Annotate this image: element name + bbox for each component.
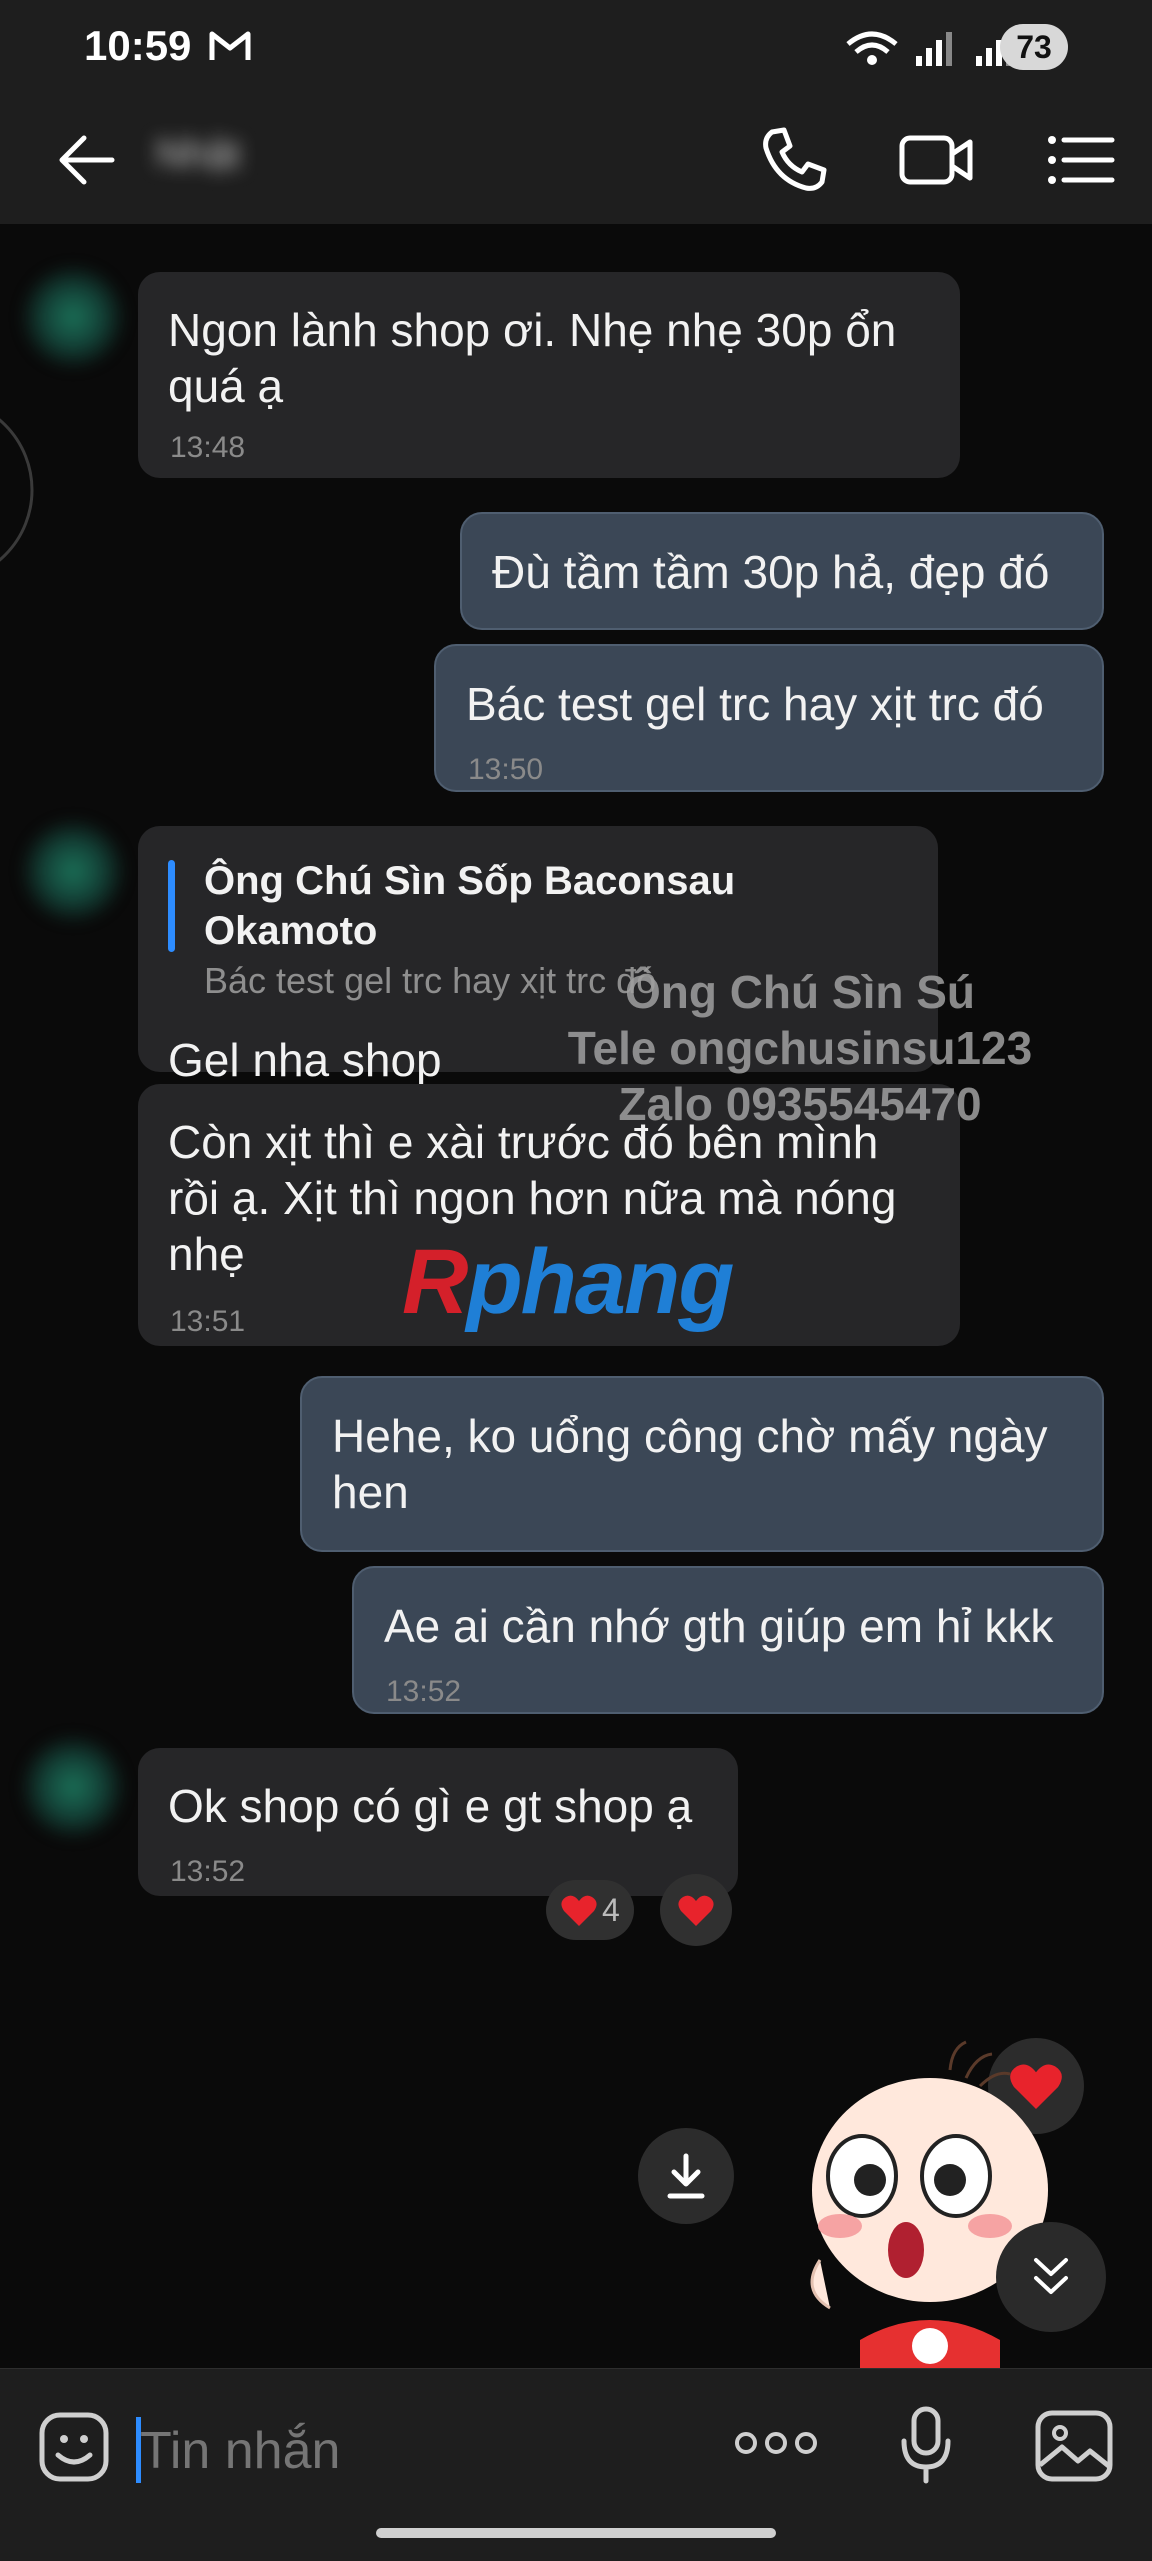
message-text: Bác test gel trc hay xịt trc đó xyxy=(466,678,1044,730)
battery-indicator: 73 xyxy=(1000,24,1068,70)
logo-word: phang xyxy=(466,1231,734,1333)
my-reaction-button[interactable] xyxy=(660,1874,732,1946)
watermark-logo: Rphang xyxy=(402,1230,734,1335)
video-call-icon[interactable] xyxy=(896,120,976,200)
message-bubble-outgoing[interactable]: Bác test gel trc hay xịt trc đó 13:50 xyxy=(434,644,1104,792)
message-bubble-outgoing[interactable]: Hehe, ko uổng công chờ mấy ngày hen xyxy=(300,1376,1104,1552)
contact-avatar[interactable] xyxy=(18,1732,128,1842)
partial-circle-decoration xyxy=(0,418,34,562)
message-text: Hehe, ko uổng công chờ mấy ngày hen xyxy=(332,1410,1048,1518)
back-arrow-icon[interactable] xyxy=(52,124,124,196)
message-text: Ae ai cần nhớ gth giúp em hỉ kkk xyxy=(384,1600,1054,1652)
contact-name[interactable]: Nhật xyxy=(156,132,241,177)
image-gallery-icon[interactable] xyxy=(1034,2409,1114,2483)
phone-call-icon[interactable] xyxy=(754,120,834,200)
status-time: 10:59 xyxy=(84,22,192,69)
home-gesture-bar[interactable] xyxy=(376,2528,776,2538)
message-list[interactable]: Ngon lành shop ơi. Nhẹ nhẹ 30p ổn quá ạ … xyxy=(0,224,1152,2368)
double-chevron-down-icon xyxy=(1034,2258,1068,2294)
watermark-line-2: Tele ongchusinsu123 xyxy=(567,1022,1033,1074)
message-time: 13:50 xyxy=(468,753,544,786)
download-button[interactable] xyxy=(638,2128,734,2224)
message-bubble-incoming[interactable]: Ok shop có gì e gt shop ạ 13:52 xyxy=(138,1748,738,1896)
emoji-sticker-icon[interactable] xyxy=(38,2411,110,2483)
message-text: Đù tầm tầm 30p hả, đẹp đó xyxy=(492,546,1050,598)
menu-list-icon[interactable] xyxy=(1040,120,1120,200)
message-bubble-incoming[interactable]: Ngon lành shop ơi. Nhẹ nhẹ 30p ổn quá ạ … xyxy=(138,272,960,478)
message-bubble-outgoing[interactable]: Đù tầm tầm 30p hả, đẹp đó xyxy=(460,512,1104,630)
microphone-icon[interactable] xyxy=(896,2405,956,2485)
watermark-line-1: Ông Chú Sìn Sú xyxy=(624,966,976,1018)
message-time: 13:52 xyxy=(386,1675,462,1708)
message-time: 13:51 xyxy=(170,1305,246,1338)
download-icon xyxy=(667,2153,705,2199)
quote-author: Ông Chú Sìn Sốp Baconsau Okamoto xyxy=(204,859,736,953)
more-options-icon[interactable] xyxy=(734,2423,818,2463)
message-time: 13:52 xyxy=(170,1855,246,1888)
logo-letter: R xyxy=(402,1231,468,1333)
gmail-icon xyxy=(209,31,251,60)
reaction-count: 4 xyxy=(602,1892,620,1928)
heart-icon xyxy=(561,1895,597,1926)
contact-avatar[interactable] xyxy=(18,816,128,926)
message-text: Ngon lành shop ơi. Nhẹ nhẹ 30p ổn quá ạ xyxy=(168,304,897,412)
watermark-text: Ông Chú Sìn Sú Tele ongchusinsu123 Zalo … xyxy=(560,964,1040,1132)
message-time: 13:48 xyxy=(170,431,246,464)
heart-icon xyxy=(678,1895,714,1926)
message-text: Ok shop có gì e gt shop ạ xyxy=(168,1780,693,1832)
watermark-line-3: Zalo 0935545470 xyxy=(618,1078,982,1130)
signal-icon-1 xyxy=(916,32,952,66)
message-input[interactable] xyxy=(140,2405,700,2497)
wifi-icon xyxy=(846,31,898,65)
chat-header: Nhật xyxy=(0,96,1152,225)
message-bubble-outgoing[interactable]: Ae ai cần nhớ gth giúp em hỉ kkk 13:52 xyxy=(352,1566,1104,1714)
scroll-to-bottom-button[interactable] xyxy=(996,2222,1106,2332)
status-bar: 10:59 73 xyxy=(0,0,1152,96)
reaction-count-badge[interactable]: 4 xyxy=(546,1880,634,1940)
contact-avatar[interactable] xyxy=(18,262,128,372)
